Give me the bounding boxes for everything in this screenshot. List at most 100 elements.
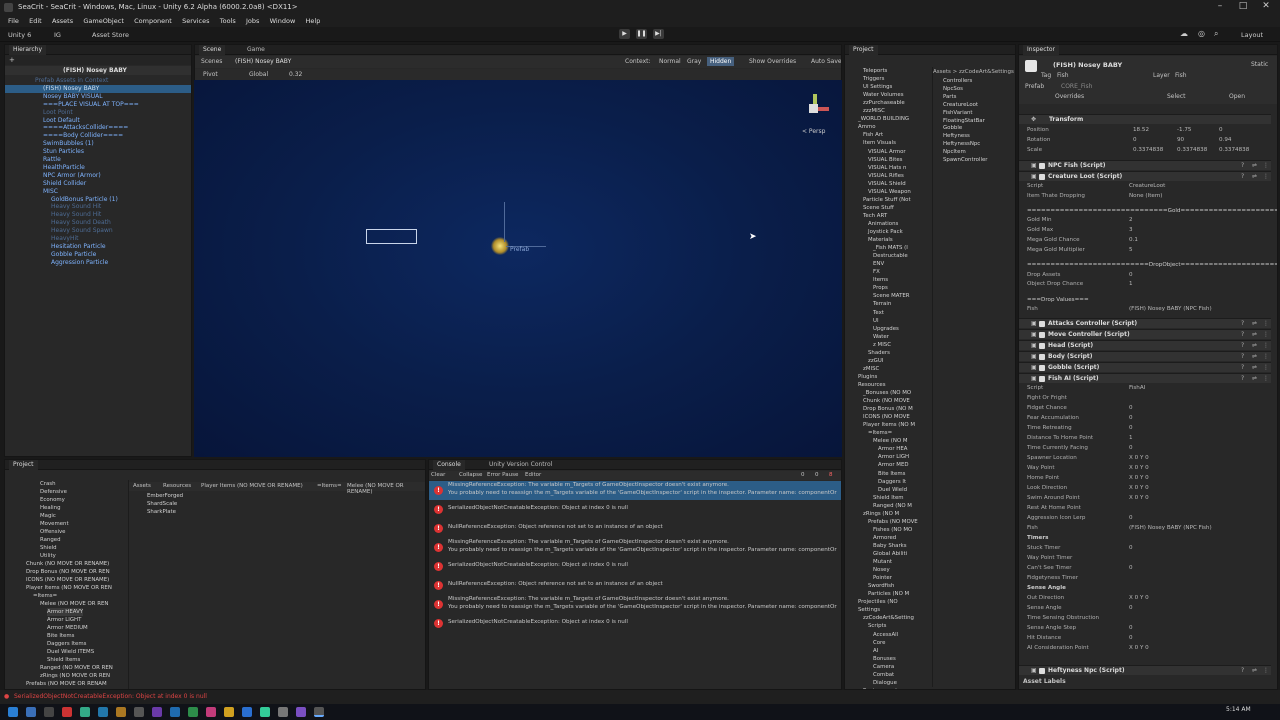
component-header[interactable]: ▣ Move Controller (Script)? ⇌ ⋮ [1019, 329, 1271, 339]
status-message[interactable]: SerializedObjectNotCreatableException: O… [14, 693, 207, 700]
project-tree-item[interactable]: Utility [40, 552, 56, 560]
project-file-item[interactable]: FloatingStatBar [943, 117, 985, 125]
inspector-field-value[interactable]: 1 [1129, 281, 1133, 287]
menu-help[interactable]: Help [306, 15, 321, 27]
tab-hierarchy[interactable]: Hierarchy [9, 45, 47, 55]
console-entry[interactable]: ! NullReferenceException: Object referenc… [429, 576, 841, 595]
app-icon[interactable] [152, 707, 162, 717]
error-pause-button[interactable]: Error Pause [487, 472, 518, 478]
project-tree-item[interactable]: Duel Wield ITEMS [47, 648, 94, 656]
inspector-field-value[interactable]: X 0 Y 0 [1129, 475, 1149, 481]
project-folder-item[interactable]: zzCodeArt&Setting [863, 614, 914, 622]
project-folder-item[interactable]: Materials [868, 236, 893, 244]
project-file-item[interactable]: HeftynessNpc [943, 140, 980, 148]
inspector-field-value[interactable]: None (Item) [1129, 193, 1162, 199]
help-icon[interactable]: ? [1241, 162, 1244, 169]
project-tree-item[interactable]: Drop Bonus (NO MOVE OR REN [26, 568, 110, 576]
hierarchy-row[interactable]: (FISH) Nosey BABY [5, 84, 191, 93]
pivot-dropdown[interactable]: Pivot [203, 71, 218, 78]
app-icon[interactable] [116, 707, 126, 717]
hierarchy-row[interactable]: Hesitation Particle [51, 243, 106, 251]
app-icon[interactable] [296, 707, 306, 717]
project-folder-item[interactable]: Particle Stuff (Not [863, 196, 911, 204]
project-folder-item[interactable]: Ranged (NO M [873, 502, 912, 510]
help-icon[interactable]: ? [1241, 364, 1244, 371]
project-folder-item[interactable]: VISUAL Rifles [868, 172, 904, 180]
unity-taskbar-icon[interactable] [314, 707, 324, 717]
hierarchy-row[interactable]: SwimBubbles (1) [43, 140, 94, 148]
auto-save-toggle[interactable]: Auto Save [811, 58, 841, 65]
project-tree-item[interactable]: Prefabs (NO MOVE OR RENAM [26, 680, 107, 688]
inspector-field-value[interactable]: X 0 Y 0 [1129, 465, 1149, 471]
inspector-field-value[interactable]: (FISH) Nosey BABY (NPC Fish) [1129, 306, 1212, 312]
inspector-field-value[interactable]: 0 [1129, 545, 1133, 551]
project-folder-item[interactable]: Bite Items [878, 470, 905, 478]
app-icon[interactable] [242, 707, 252, 717]
project-tree-item[interactable]: Daggers Items [47, 640, 86, 648]
layout-dropdown[interactable]: Layout [1241, 31, 1263, 39]
project-folder-item[interactable]: Terrain [873, 300, 891, 308]
hierarchy-search[interactable]: + [5, 55, 191, 65]
help-icon[interactable]: ? [1241, 353, 1244, 360]
inspector-field-value[interactable]: 0 [1129, 565, 1133, 571]
project-folder-item[interactable]: Core [873, 639, 885, 647]
project-folder-item[interactable]: Shaders [868, 349, 890, 357]
project-folder-item[interactable]: Particles (NO M [868, 590, 909, 598]
inspector-field-value[interactable]: CreatureLoot [1129, 183, 1165, 189]
warning-count[interactable]: 0 [815, 472, 819, 478]
menu-services[interactable]: Services [182, 15, 209, 27]
project-folder-item[interactable]: Armor HEA [878, 445, 907, 453]
project-folder-item[interactable]: Shield Item [873, 494, 904, 502]
project-folder-item[interactable]: Drop Bonus (NO M [863, 405, 913, 413]
menu-edit[interactable]: Edit [29, 15, 42, 27]
project-asset-item[interactable]: EmberForged [147, 492, 183, 500]
component-header[interactable]: ▣ Heftyness Npc (Script)? ⇌ ⋮ [1019, 665, 1271, 675]
project-folder-item[interactable]: Baby Sharks [873, 542, 907, 550]
inspector-field-value[interactable]: 0 [1129, 415, 1133, 421]
app-icon[interactable] [170, 707, 180, 717]
project-folder-item[interactable]: Melee (NO M [873, 437, 908, 445]
project-folder-item[interactable]: Pointer [873, 574, 892, 582]
enable-checkbox[interactable] [1039, 343, 1045, 349]
project-file-item[interactable]: CreatureLoot [943, 101, 978, 109]
inspector-field-value[interactable]: X 0 Y 0 [1129, 595, 1149, 601]
maximize-icon[interactable]: □ [1236, 1, 1250, 11]
project-tree-item[interactable]: Shield Items [47, 656, 80, 664]
tab-project-bottom[interactable]: Project [9, 460, 38, 470]
enable-checkbox[interactable] [1039, 354, 1045, 360]
project-folder-item[interactable]: Projectiles (NO [858, 598, 898, 606]
project-folder-item[interactable]: zzPurchaseable [863, 99, 905, 107]
inspector-field-value[interactable]: X 0 Y 0 [1129, 485, 1149, 491]
account-button[interactable]: IG [54, 31, 61, 39]
inspector-field-value[interactable]: 0 [1129, 445, 1133, 451]
project-folder-item[interactable]: Fish Art [863, 131, 883, 139]
mode-gray[interactable]: Gray [687, 58, 701, 65]
app-icon[interactable] [260, 707, 270, 717]
project-folder-item[interactable]: Water [873, 333, 889, 341]
bc-resources[interactable]: Resources [163, 483, 191, 489]
project-asset-item[interactable]: SharkPlate [147, 508, 176, 516]
enable-checkbox[interactable] [1039, 668, 1045, 674]
project-file-item[interactable]: NpcItem [943, 148, 966, 156]
project-asset-item[interactable]: ShardScale [147, 500, 177, 508]
menu-window[interactable]: Window [270, 15, 296, 27]
preset-icon[interactable]: ⇌ [1252, 320, 1257, 327]
more-icon[interactable]: ⋮ [1263, 342, 1269, 349]
project-tree-item[interactable]: Shield [40, 544, 57, 552]
help-icon[interactable]: ? [1241, 320, 1244, 327]
component-header[interactable]: ▣ NPC Fish (Script)? ⇌ ⋮ [1019, 160, 1271, 170]
project-folder-item[interactable]: Scripts [868, 622, 886, 630]
project-tree-item[interactable]: Chunk (NO MOVE OR RENAME) [26, 560, 109, 568]
menu-assets[interactable]: Assets [52, 15, 73, 27]
mode-hidden[interactable]: Hidden [707, 57, 735, 66]
search-icon[interactable]: ⌕ [1214, 29, 1218, 39]
tab-console[interactable]: Console [433, 460, 465, 470]
project-folder-item[interactable]: Item Visuals [863, 139, 896, 147]
hierarchy-row[interactable]: ====AttacksCollider==== [43, 124, 128, 132]
hierarchy-row[interactable]: Nosey BABY VISUAL [43, 93, 103, 101]
project-folder-item[interactable]: Mutant [873, 558, 892, 566]
breadcrumb-prefab[interactable]: (FISH) Nosey BABY [235, 58, 291, 65]
tab-version-control[interactable]: Unity Version Control [485, 460, 556, 470]
more-icon[interactable]: ⋮ [1263, 320, 1269, 327]
add-icon[interactable]: + [9, 56, 15, 64]
